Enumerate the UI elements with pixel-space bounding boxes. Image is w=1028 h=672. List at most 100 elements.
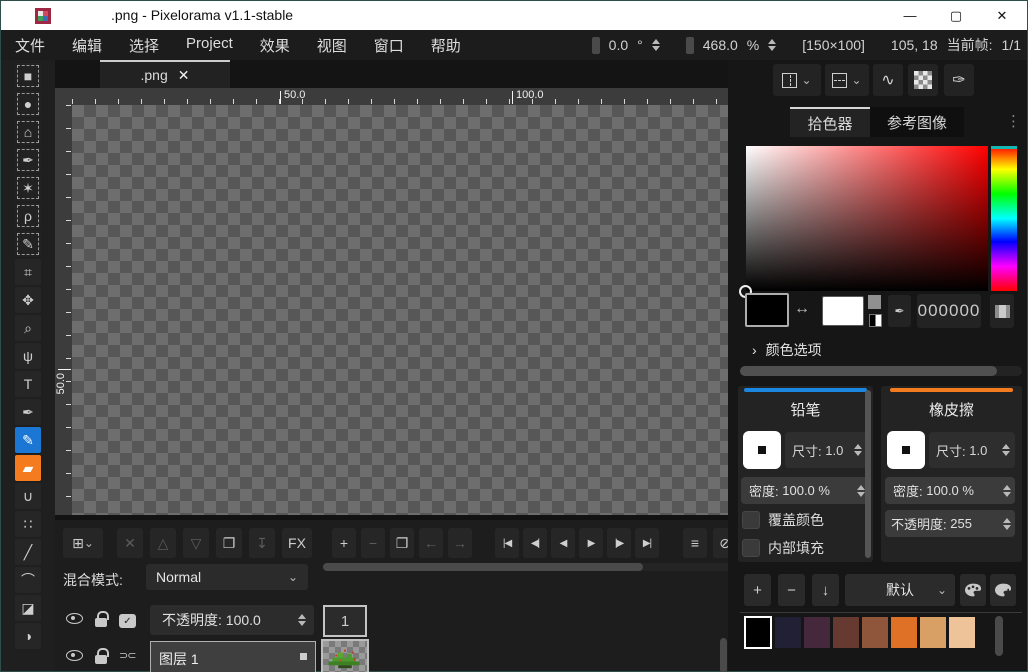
color-options-expander[interactable]: › 颜色选项 xyxy=(752,340,822,360)
sort-palette-button[interactable]: ↓ xyxy=(812,574,839,606)
palette-swatch-0[interactable] xyxy=(744,616,772,649)
frame-scrollbar[interactable] xyxy=(323,563,735,571)
select-by-color-tool[interactable]: ✒ xyxy=(15,147,41,173)
add-color-button[interactable]: + xyxy=(744,574,771,606)
transparency-button[interactable] xyxy=(908,64,938,96)
eraser-opacity-slider[interactable]: 不透明度: 255 xyxy=(885,510,1015,537)
shading-tool[interactable]: ∷ xyxy=(15,511,41,537)
opacity-spinner[interactable] xyxy=(1003,518,1011,530)
pixel-perfect-button[interactable]: ∿ xyxy=(873,64,903,96)
clone-frame-button[interactable]: ❐ xyxy=(390,528,414,558)
remove-color-button[interactable]: − xyxy=(778,574,805,606)
close-button[interactable]: ✕ xyxy=(979,1,1025,30)
tab-color-picker[interactable]: 拾色器 xyxy=(790,107,870,137)
menu-project[interactable]: Project xyxy=(186,35,233,56)
lasso-tool[interactable]: ρ xyxy=(15,203,41,229)
zoom-spinner[interactable] xyxy=(768,39,776,51)
remove-layer-button[interactable]: ✕ xyxy=(117,528,143,558)
size-spinner[interactable] xyxy=(1002,444,1010,456)
drawing-canvas[interactable] xyxy=(72,105,728,515)
palette-swatch-4[interactable] xyxy=(861,616,889,649)
layer-visibility-icon[interactable] xyxy=(66,650,83,661)
move-layer-up-button[interactable]: △ xyxy=(150,528,176,558)
merge-layer-button[interactable]: ↧ xyxy=(249,528,275,558)
checkbox-icon[interactable] xyxy=(742,511,760,529)
add-frame-button[interactable]: + xyxy=(332,528,356,558)
mirror-x-button[interactable]: ⌄ xyxy=(773,64,821,96)
primary-color-swatch[interactable] xyxy=(745,293,789,327)
layer-name-field[interactable]: 图层 1 xyxy=(150,641,316,672)
palette-swatch-5[interactable] xyxy=(890,616,918,649)
bucket-tool[interactable]: ∪ xyxy=(15,483,41,509)
crop-tool[interactable]: ⌗ xyxy=(15,259,41,285)
move-layer-down-button[interactable]: ▽ xyxy=(183,528,209,558)
add-layer-button[interactable]: ⊞ ⌄ xyxy=(63,528,103,558)
layer-lock-icon[interactable] xyxy=(95,655,107,664)
maximize-button[interactable]: ▢ xyxy=(933,1,979,30)
zoom-tool[interactable]: ⌕ xyxy=(15,315,41,341)
frame-list-button[interactable]: ≡ xyxy=(683,528,707,558)
color-panel-scrollbar[interactable] xyxy=(740,366,1022,376)
layer-lock-icon[interactable] xyxy=(95,618,107,627)
document-tab[interactable]: .png ✕ xyxy=(100,60,230,88)
new-cels-linked-icon[interactable]: ✓ xyxy=(119,614,136,628)
minimize-button[interactable]: — xyxy=(887,1,933,30)
palette-swatch-3[interactable] xyxy=(832,616,860,649)
ellipse-tool[interactable]: ◑ xyxy=(15,623,41,649)
polygon-select-tool[interactable]: ⌂ xyxy=(15,119,41,145)
swap-colors-icon[interactable]: ↔ xyxy=(794,300,810,318)
palette-swatch-1[interactable] xyxy=(774,616,802,649)
tab-reference-image[interactable]: 参考图像 xyxy=(870,107,964,137)
menu-select[interactable]: 选择 xyxy=(129,35,159,56)
kebab-menu-icon[interactable]: ⋮ xyxy=(1006,112,1021,130)
remove-frame-button[interactable]: − xyxy=(361,528,385,558)
text-tool[interactable]: T xyxy=(15,371,41,397)
opacity-spinner[interactable] xyxy=(298,614,306,626)
play-forward-button[interactable]: ▶ xyxy=(579,528,603,558)
pan-tool[interactable]: ψ xyxy=(15,343,41,369)
eraser-size-spinbox[interactable]: 尺寸: 1.0 xyxy=(929,432,1015,468)
hue-cursor-icon[interactable] xyxy=(991,146,1017,149)
layer-fx-button[interactable]: FX xyxy=(282,528,312,558)
last-frame-button[interactable]: ▶| xyxy=(635,528,659,558)
secondary-color-swatch[interactable] xyxy=(822,296,864,326)
layer-opacity-spinbox[interactable]: 不透明度: 100.0 xyxy=(150,605,314,635)
curve-tool[interactable]: ⌒ xyxy=(15,567,41,593)
blend-mode-dropdown[interactable]: Normal ⌄ xyxy=(146,564,308,590)
pencil-panel-scrollbar[interactable] xyxy=(865,390,871,558)
palette-swatch-7[interactable] xyxy=(948,616,976,649)
rotation-value[interactable]: 0.0 xyxy=(609,37,628,53)
pencil-brush-preview[interactable] xyxy=(743,431,781,469)
line-tool[interactable]: ╱ xyxy=(15,539,41,565)
dynamics-button[interactable]: ✑ xyxy=(944,64,974,96)
menu-file[interactable]: 文件 xyxy=(15,35,45,56)
color-picker-tool[interactable]: ✒ xyxy=(15,399,41,425)
checkbox-icon[interactable] xyxy=(742,539,760,557)
hue-slider[interactable] xyxy=(991,146,1017,291)
rectangle-select-tool[interactable]: ■ xyxy=(15,63,41,89)
menu-effects[interactable]: 效果 xyxy=(260,35,290,56)
eraser-tool[interactable]: ▰ xyxy=(15,455,41,481)
zoom-value[interactable]: 468.0 xyxy=(703,37,738,53)
scrollbar-thumb[interactable] xyxy=(740,366,997,376)
palette-swatch-6[interactable] xyxy=(919,616,947,649)
new-palette-button[interactable] xyxy=(990,574,1016,606)
default-colors-top-icon[interactable] xyxy=(868,295,881,309)
palette-select-dropdown[interactable]: 默认 ⌄ xyxy=(845,574,955,606)
next-frame-button[interactable]: |▶ xyxy=(607,528,631,558)
move-frame-left-button[interactable]: ← xyxy=(419,528,443,558)
layer-visibility-icon[interactable] xyxy=(66,613,83,624)
eraser-brush-preview[interactable] xyxy=(887,431,925,469)
menu-edit[interactable]: 编辑 xyxy=(72,35,102,56)
menu-view[interactable]: 视图 xyxy=(317,35,347,56)
frame-header-button[interactable]: 1 xyxy=(323,605,367,637)
rotation-grabber[interactable] xyxy=(592,37,600,54)
screen-dropper-button[interactable]: ✒ xyxy=(888,295,911,327)
menu-window[interactable]: 窗口 xyxy=(374,35,404,56)
timeline-scrollbar-thumb[interactable] xyxy=(720,638,727,672)
rotation-spinner[interactable] xyxy=(652,39,660,51)
edit-palette-button[interactable] xyxy=(960,574,986,606)
cel-thumbnail[interactable] xyxy=(321,639,369,672)
tab-close-icon[interactable]: ✕ xyxy=(178,67,190,84)
palette-scrollbar-thumb[interactable] xyxy=(995,616,1003,656)
